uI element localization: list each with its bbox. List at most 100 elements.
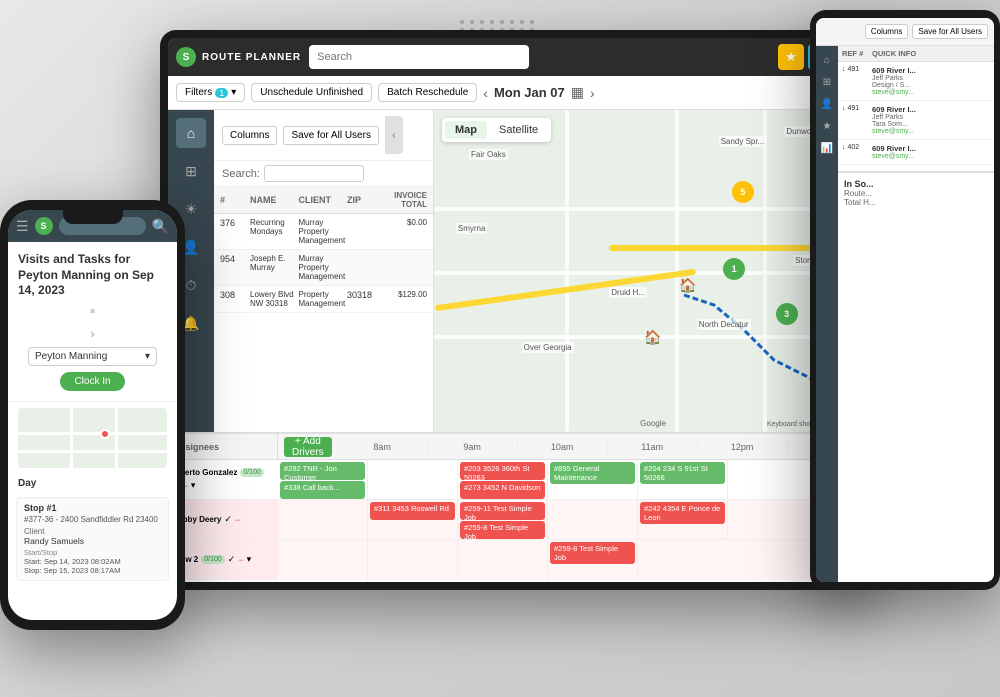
map-label-sandysp: Sandy Spr... (719, 136, 767, 147)
task-block[interactable]: #895 General Maintenance (550, 462, 635, 484)
tablet-row-3[interactable]: ↓ 402 609 River I... steve@smy... (838, 140, 994, 165)
calendar-icon[interactable]: ▦ (571, 84, 584, 101)
collapse-button[interactable]: ‹ (385, 116, 403, 154)
tablet-info-1: 609 River I... Jeff Parks Design / S... … (872, 66, 990, 96)
task-block[interactable]: #203 3526 360th St 50263 (460, 462, 545, 480)
phone-search-icon[interactable]: 🔍 (152, 218, 169, 235)
map-home-pin-2[interactable]: 🏠 (644, 329, 661, 346)
table-row[interactable]: 376 Recurring Mondays Murray Property Ma… (214, 214, 433, 250)
driver-check-3[interactable]: ✓ (228, 554, 236, 565)
tablet-row-1[interactable]: ↓ 491 609 River I... Jeff Parks Design /… (838, 62, 994, 101)
table-row[interactable]: 308 Lowery Blvd NW 30318 Property Manage… (214, 286, 433, 313)
star-button[interactable]: ★ (778, 44, 804, 70)
phone-screen: ☰ S 🔍 Visits and Tasks for Peyton Mannin… (8, 210, 177, 620)
map-tab-satellite[interactable]: Satellite (489, 121, 548, 139)
main-content: ⌂ ⊞ ☀ 👤 ⏱ 🔔 Columns Save for All Users ‹… (168, 110, 872, 432)
task-block[interactable]: #282 TNR - Jon Customer (280, 462, 365, 480)
tablet-columns-button[interactable]: Columns (865, 24, 909, 39)
tablet-row-2[interactable]: ↓ 491 609 River I... Jeff Parks Tara Som… (838, 101, 994, 140)
second-bar: Filters 1 ▾ Unschedule Unfinished Batch … (168, 76, 872, 110)
phone-nav-arrow[interactable]: › (90, 325, 95, 341)
batch-reschedule-button[interactable]: Batch Reschedule (378, 83, 477, 102)
tablet-sidebar: ⌂ ⊞ 👤 ★ 📊 (816, 46, 838, 582)
driver-badge-1: 0/100 (240, 468, 264, 477)
map-marker-3[interactable]: 3 (776, 303, 798, 325)
task-cell-ag-8am: #282 TNR - Jon Customer #338 Call back..… (278, 460, 368, 499)
row-zip: 30318 (347, 290, 382, 300)
table-rows: 376 Recurring Mondays Murray Property Ma… (214, 214, 433, 432)
left-panel: Columns Save for All Users ‹ Search: # N… (214, 110, 434, 432)
task-cell-bd-10am: #259-11 Test Simple Job #259-8 Test Simp… (458, 500, 548, 539)
next-date-button[interactable]: › (590, 85, 595, 101)
map-tab-map[interactable]: Map (445, 121, 487, 139)
phone-header: Visits and Tasks for Peyton Manning on S… (8, 242, 177, 402)
phone-stop-address: #377-36 - 2400 Sandfiddler Rd 23400 (24, 515, 161, 524)
save-all-users-button[interactable]: Save for All Users (283, 126, 378, 145)
sidebar-home-icon[interactable]: ⌂ (176, 118, 206, 148)
phone-stop-card[interactable]: Stop #1 #377-36 - 2400 Sandfiddler Rd 23… (16, 497, 169, 581)
row-client: Murray Property Management (299, 254, 348, 281)
prev-date-button[interactable]: ‹ (483, 85, 488, 101)
task-block[interactable]: #242 4354 E Ponce de Leon (640, 502, 725, 524)
phone-menu-icon[interactable]: ☰ (16, 218, 29, 235)
task-cell-ag-1pm (728, 460, 818, 499)
time-12pm: 12pm (698, 440, 788, 454)
map-label-smyrna: Smyrna (456, 223, 488, 234)
task-cell-bd-12pm: #242 4354 E Ponce de Leon (638, 500, 728, 539)
time-8am: 8am (338, 440, 428, 454)
tablet-info-route: Route... (844, 189, 988, 198)
task-block[interactable]: #273 3452 N Davidson (460, 481, 545, 499)
add-drivers-button[interactable]: + Add Drivers (284, 437, 332, 457)
task-block[interactable]: #259-11 Test Simple Job (460, 502, 545, 520)
tablet-device: Columns Save for All Users ⌂ ⊞ 👤 ★ 📊 REF… (810, 10, 1000, 590)
map-label-fairoaks: Fair Oaks (469, 149, 508, 160)
task-cell-bd-1pm (728, 500, 818, 539)
phone-start-time: Start: Sep 14, 2023 08:02AM (24, 557, 161, 566)
columns-button[interactable]: Columns (222, 126, 277, 145)
tablet-info-2: 609 River I... Jeff Parks Tara Som... st… (872, 105, 990, 135)
phone-nav-row: › (18, 325, 167, 341)
row-client: Property Management (299, 290, 348, 308)
tablet-save-button[interactable]: Save for All Users (912, 24, 988, 39)
phone-driver-dropdown[interactable]: Peyton Manning ▾ (28, 347, 157, 366)
panel-search-input[interactable] (264, 165, 364, 182)
search-input[interactable] (309, 45, 529, 69)
task-block[interactable]: #259-8 Test Simple Job (460, 521, 545, 539)
logo-area: S ROUTE PLANNER (176, 47, 301, 67)
tablet-sidebar-person-icon[interactable]: 👤 (819, 96, 835, 112)
table-row[interactable]: 954 Joseph E. Murray Murray Property Man… (214, 250, 433, 286)
phone-page-title: Visits and Tasks for Peyton Manning on S… (18, 252, 167, 299)
driver-chevron-3[interactable]: ▾ (247, 554, 252, 565)
row-name: Recurring Mondays (250, 218, 299, 236)
driver-minus-2[interactable]: − (235, 515, 240, 525)
tablet-sidebar-home-icon[interactable]: ⌂ (819, 52, 835, 68)
phone-content: Day Stop #1 #377-36 - 2400 Sandfiddler R… (8, 474, 177, 620)
search-label: Search: (222, 168, 260, 180)
tablet-info-title: In So... (844, 179, 988, 189)
driver-minus-3[interactable]: − (238, 555, 243, 565)
task-cell-ag-10am: #203 3526 360th St 50263 #273 3452 N Dav… (458, 460, 548, 499)
task-block[interactable]: #338 Call back... (280, 481, 365, 499)
tablet-sidebar-chart-icon[interactable]: 📊 (819, 140, 835, 156)
tablet-info-total: Total H... (844, 198, 988, 207)
map-home-pin-1[interactable]: 🏠 (679, 277, 696, 294)
tablet-info-3: 609 River I... steve@smy... (872, 144, 990, 160)
row-invoice: $0.00 (382, 218, 427, 227)
filters-button[interactable]: Filters 1 ▾ (176, 83, 245, 102)
driver-chevron-1[interactable]: ▾ (191, 480, 196, 491)
driver-check-2[interactable]: ✓ (224, 514, 232, 525)
map-label-overgeorgia: Over Georgia (522, 342, 574, 353)
task-cell-bd-8am (278, 500, 368, 539)
schedule-panel: Assignees Alberto Gonzalez 0/100 ✓ − ▾ (168, 432, 872, 582)
driver-badge-3: 0/100 (201, 555, 225, 564)
phone-clock-in-button[interactable]: Clock In (60, 372, 124, 391)
task-block[interactable]: #204 234 S 91st St 50266 (640, 462, 725, 484)
row-num: 954 (220, 254, 250, 264)
map-marker-5[interactable]: 5 (732, 181, 754, 203)
unschedule-button[interactable]: Unschedule Unfinished (251, 83, 372, 102)
sidebar-grid-icon[interactable]: ⊞ (176, 156, 206, 186)
tablet-sidebar-grid-icon[interactable]: ⊞ (819, 74, 835, 90)
task-block[interactable]: #259-8 Test Simple Job (550, 542, 635, 564)
task-block[interactable]: #311 3453 Roswell Rd (370, 502, 455, 520)
tablet-sidebar-star-icon[interactable]: ★ (819, 118, 835, 134)
